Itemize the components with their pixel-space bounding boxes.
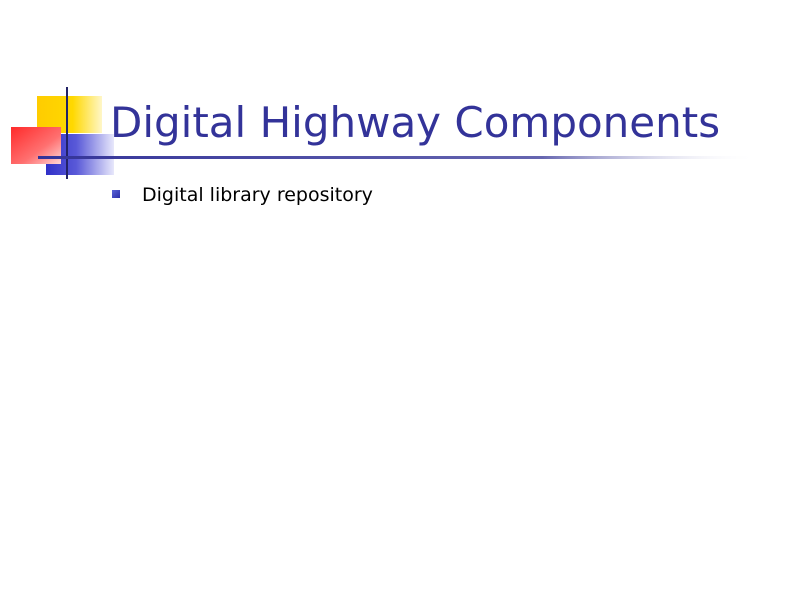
red-square bbox=[11, 127, 61, 164]
slide: Digital Highway Components Digital libra… bbox=[0, 0, 800, 600]
blue-square bbox=[46, 134, 114, 175]
title-underline bbox=[38, 156, 758, 159]
bullet-item: Digital library repository bbox=[112, 181, 373, 209]
yellow-square bbox=[37, 96, 102, 133]
slide-title: Digital Highway Components bbox=[110, 98, 721, 147]
bullet-list: Digital library repository bbox=[112, 181, 373, 209]
square-bullet-icon bbox=[112, 190, 120, 198]
bullet-text: Digital library repository bbox=[142, 184, 373, 206]
